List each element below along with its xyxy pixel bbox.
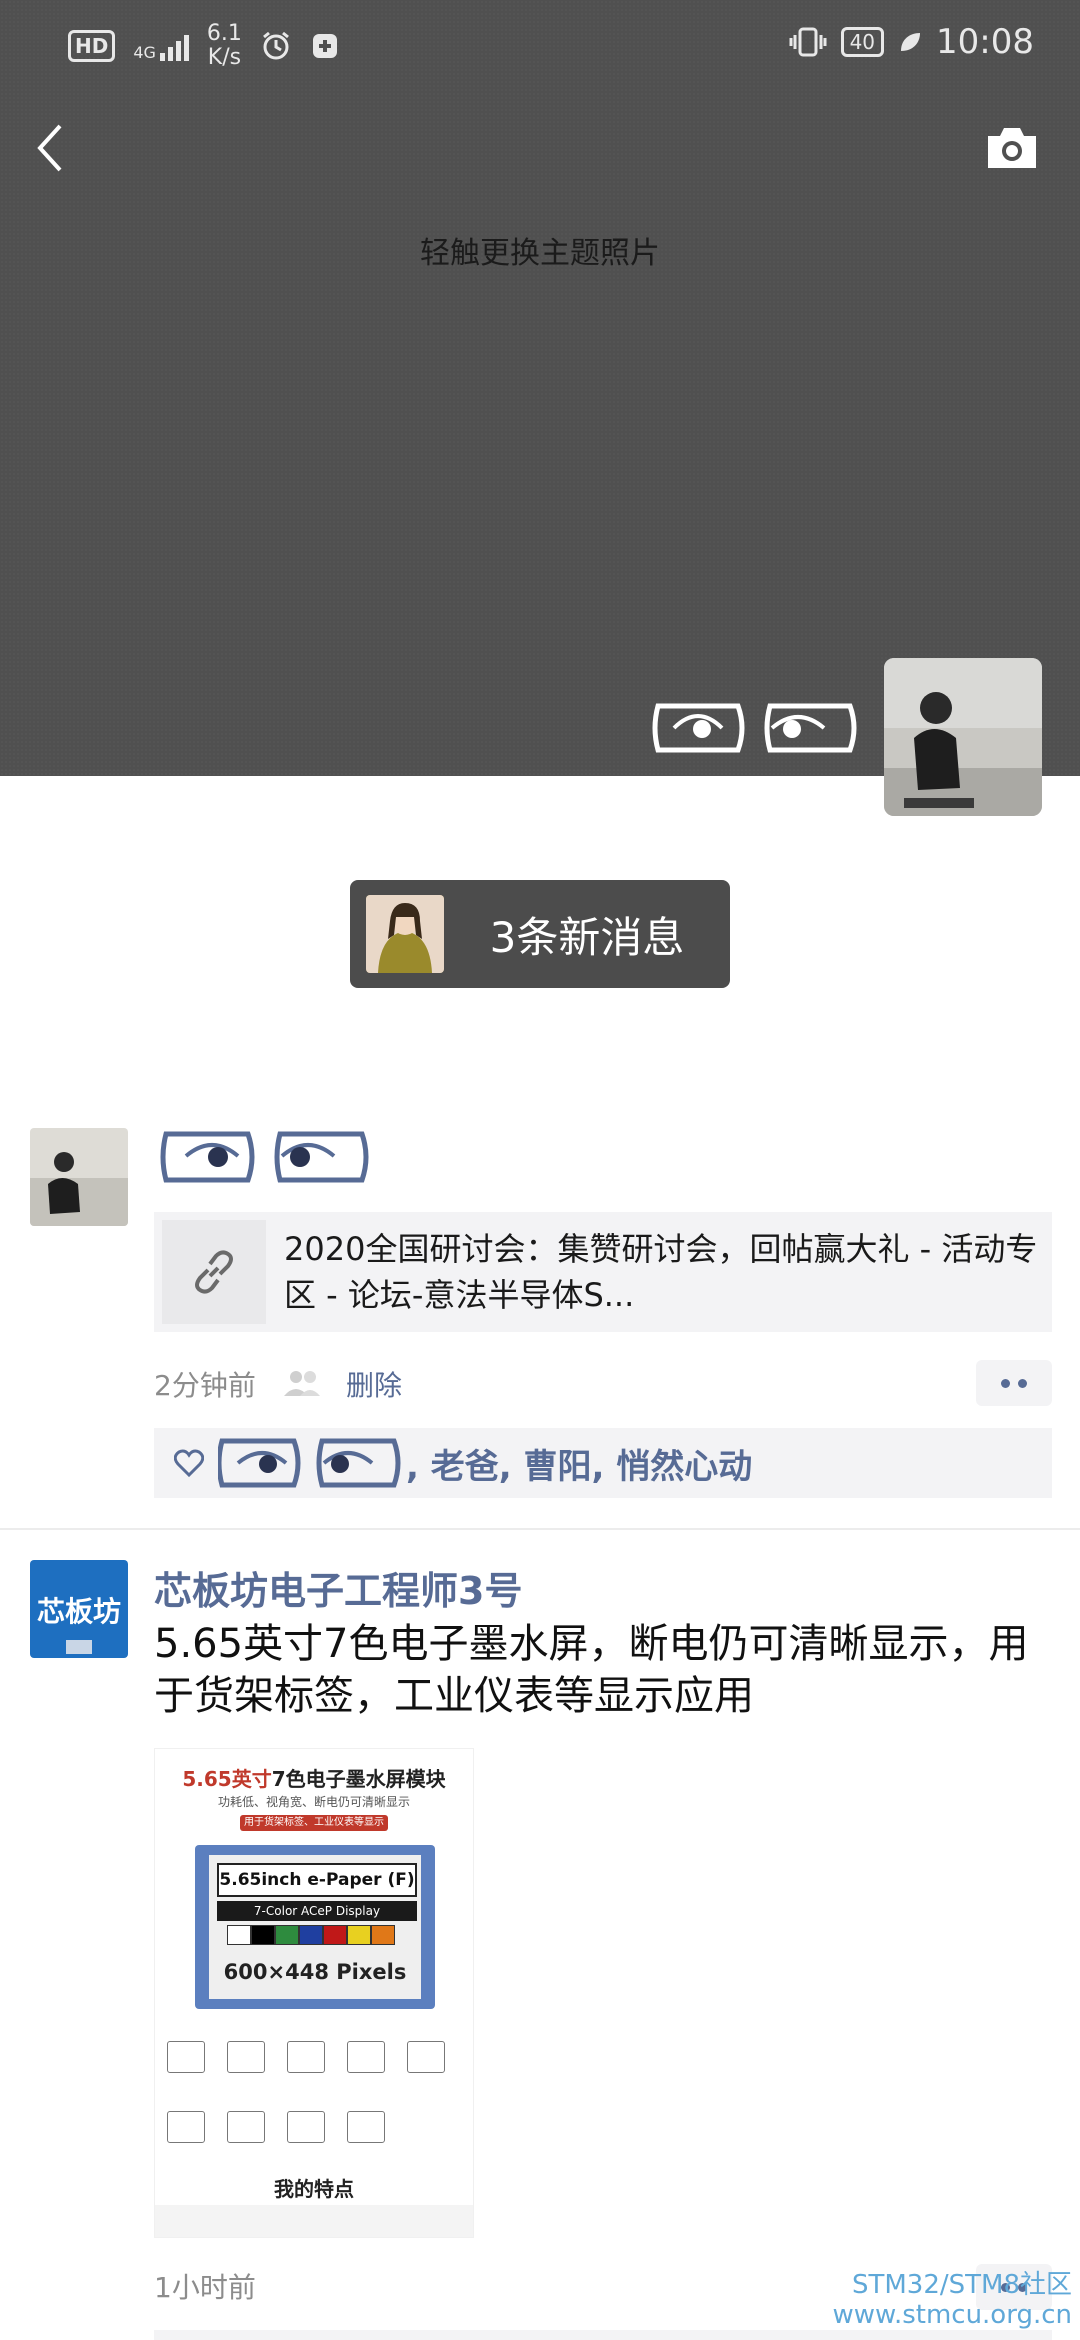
- image-tag: 用于货架标签、工业仪表等显示: [240, 1815, 388, 1831]
- avatar-logo-text: 芯板坊: [36, 1595, 121, 1628]
- epaper-module-picture: 5.65inch e-Paper (F) 7-Color ACeP Displa…: [195, 1845, 435, 2009]
- heart-icon: [174, 1449, 204, 1477]
- color-swatch: [227, 1925, 251, 1945]
- vibrate-icon: [789, 27, 827, 57]
- liker-name[interactable]: , 老爸: [406, 1447, 499, 1487]
- my-nickname-eyes[interactable]: [652, 698, 858, 758]
- color-swatch: [371, 1925, 395, 1945]
- new-messages-button[interactable]: 3条新消息: [350, 880, 730, 988]
- post-author-avatar[interactable]: [30, 1128, 128, 1226]
- watermark: STM32/STM8社区 www.stmcu.org.cn: [832, 2270, 1072, 2330]
- likes-bar: , 老爸, 曹阳, 悄然心动: [154, 1428, 1052, 1498]
- new-messages-label: 3条新消息: [489, 912, 685, 962]
- color-swatch: [299, 1925, 323, 1945]
- post-author-avatar[interactable]: 芯板坊: [30, 1560, 128, 1658]
- post-text: 5.65英寸7色电子墨水屏，断电仍可清晰显示，用于货架标签，工业仪表等显示应用: [154, 1621, 1029, 1719]
- network-type: 4G: [133, 43, 156, 62]
- battery-indicator: 40: [840, 27, 885, 57]
- color-swatch: [251, 1925, 275, 1945]
- color-swatch: [275, 1925, 299, 1945]
- post-time: 2分钟前: [154, 1369, 256, 1402]
- link-title: 2020全国研讨会：集赞研讨会，回帖赢大礼 - 活动专区 - 论坛-意法半导体S…: [284, 1230, 1038, 1314]
- features-heading: 我的特点: [274, 2177, 354, 2201]
- signal-icon: [159, 31, 189, 61]
- visibility-group-icon[interactable]: [282, 1368, 322, 1398]
- image-title: 5.65英寸7色电子墨水屏模块: [182, 1767, 446, 1791]
- post-divider: [0, 1528, 1080, 1530]
- likes-bar: [154, 2330, 1052, 2340]
- post-time: 1小时前: [154, 2271, 256, 2304]
- image-subtitle: 功耗低、视角宽、断电仍可清晰显示: [217, 1795, 410, 1809]
- color-swatch: [347, 1925, 371, 1945]
- shared-link-card[interactable]: 2020全国研讨会：集赞研讨会，回帖赢大礼 - 活动专区 - 论坛-意法半导体S…: [154, 1212, 1052, 1332]
- network-speed: 6.1 K/s: [206, 21, 242, 70]
- app-notification-icon: [312, 34, 337, 58]
- change-cover-hint[interactable]: 轻触更换主题照片: [0, 228, 1080, 272]
- color-swatch: [323, 1925, 347, 1945]
- liker-name-eyes[interactable]: [218, 1437, 402, 1489]
- screen-display-text: 7-Color ACeP Display: [217, 1901, 417, 1921]
- link-icon: [162, 1220, 266, 1324]
- screen-resolution-text: 600×448 Pixels: [223, 1960, 407, 1984]
- my-avatar[interactable]: [884, 658, 1042, 816]
- liker-name[interactable]: , 曹阳: [499, 1447, 592, 1487]
- status-bar: HD 4G 6.1 K/s 40 10:08: [0, 0, 1080, 90]
- chip-icon: [66, 1640, 92, 1654]
- more-actions-button[interactable]: [976, 1360, 1052, 1406]
- hd-indicator: HD: [68, 30, 116, 62]
- color-swatches: [227, 1925, 395, 1945]
- leaf-icon: [901, 33, 921, 51]
- back-icon[interactable]: [30, 118, 70, 178]
- spec-icons-row: [167, 2111, 467, 2143]
- camera-icon[interactable]: [984, 124, 1040, 172]
- liker-name[interactable]: , 悄然心动: [592, 1447, 753, 1487]
- delete-button[interactable]: 删除: [346, 1364, 402, 1404]
- post-author-name[interactable]: 芯板坊电子工程师3号: [154, 1560, 522, 1615]
- post-author-name-eyes[interactable]: [160, 1126, 370, 1188]
- screen-model-text: 5.65inch e-Paper (F): [217, 1863, 417, 1897]
- post-image[interactable]: 5.65英寸7色电子墨水屏模块 功耗低、视角宽、断电仍可清晰显示 用于货架标签、…: [154, 1748, 474, 2238]
- spec-icons-row: [167, 2041, 467, 2073]
- message-sender-avatar: [366, 895, 444, 973]
- alarm-icon: [262, 31, 289, 60]
- features-text-block: [155, 2205, 473, 2237]
- clock: 10:08: [936, 22, 1034, 62]
